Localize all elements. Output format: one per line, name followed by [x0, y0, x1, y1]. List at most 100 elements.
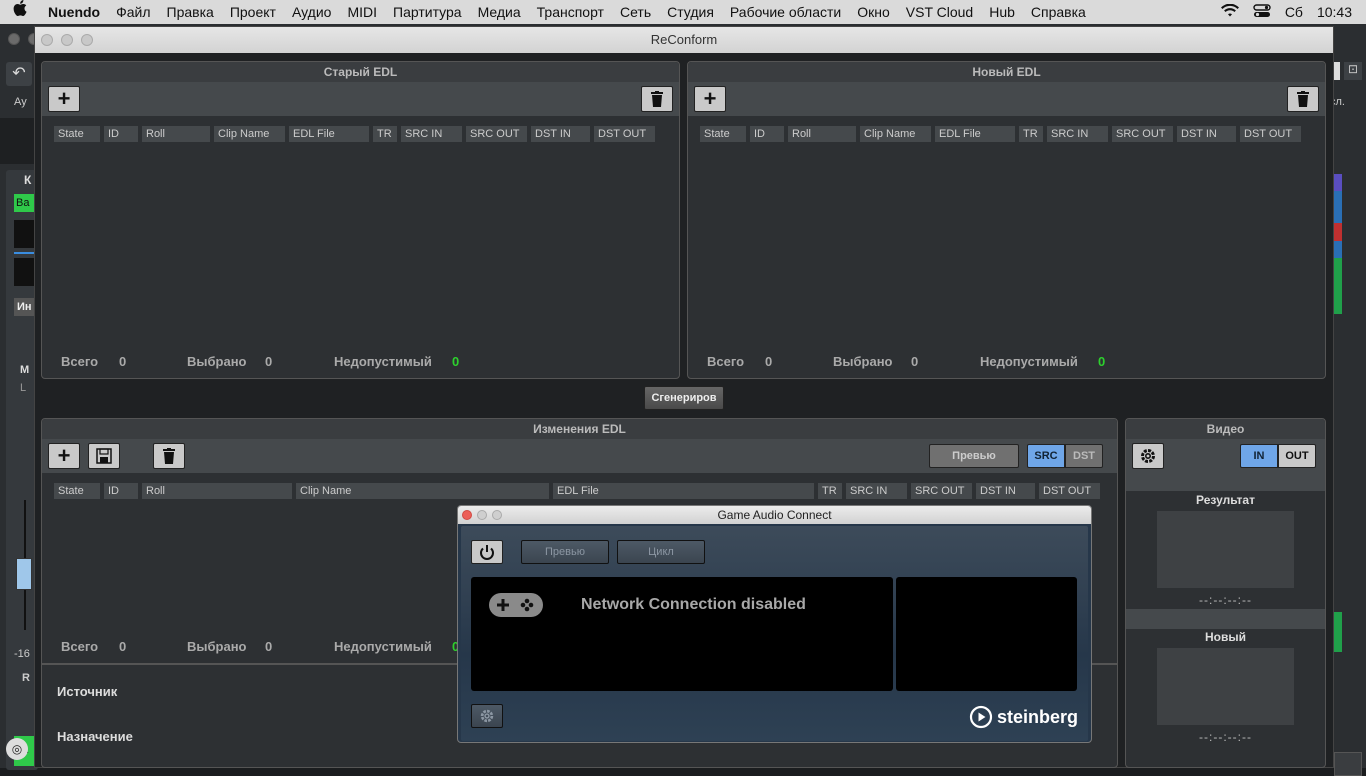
menu-item-score[interactable]: Партитура: [385, 0, 470, 24]
result-label: Результат: [1196, 493, 1255, 507]
old-edl-table[interactable]: State ID Roll Clip Name EDL File TR SRC …: [42, 116, 679, 346]
video-in-toggle[interactable]: IN: [1240, 444, 1278, 468]
col-dst-out[interactable]: DST OUT: [1039, 483, 1100, 499]
col-id[interactable]: ID: [104, 483, 138, 499]
col-tr[interactable]: TR: [373, 126, 397, 142]
col-edl-file[interactable]: EDL File: [553, 483, 814, 499]
reconform-minimize-button[interactable]: [61, 34, 73, 46]
gac-side-area: [896, 577, 1077, 691]
menu-item-help[interactable]: Справка: [1023, 0, 1094, 24]
bottom-field[interactable]: [1334, 752, 1362, 776]
col-src-out[interactable]: SRC OUT: [911, 483, 972, 499]
new-edl-add-button[interactable]: +: [694, 86, 726, 112]
steinberg-logo: steinberg: [969, 705, 1078, 729]
old-edl-add-button[interactable]: +: [48, 86, 80, 112]
col-clip-name[interactable]: Clip Name: [296, 483, 549, 499]
src-toggle[interactable]: SRC: [1027, 444, 1065, 468]
col-edl-file[interactable]: EDL File: [289, 126, 369, 142]
reconform-close-button[interactable]: [41, 34, 53, 46]
wifi-icon[interactable]: [1220, 3, 1239, 21]
clock-day[interactable]: Сб: [1285, 4, 1303, 20]
col-dst-in[interactable]: DST IN: [976, 483, 1035, 499]
gac-zoom-button[interactable]: [492, 510, 502, 520]
col-id[interactable]: ID: [104, 126, 138, 142]
col-roll[interactable]: Roll: [788, 126, 856, 142]
gac-cycle-button[interactable]: Цикл: [617, 540, 705, 564]
gac-close-button[interactable]: [462, 510, 472, 520]
col-tr[interactable]: TR: [818, 483, 842, 499]
col-src-in[interactable]: SRC IN: [401, 126, 462, 142]
col-src-in[interactable]: SRC IN: [1047, 126, 1108, 142]
selected-value: 0: [911, 354, 919, 369]
zoom-icon[interactable]: ⊡: [1344, 62, 1362, 80]
col-dst-in[interactable]: DST IN: [531, 126, 590, 142]
col-state[interactable]: State: [54, 483, 100, 499]
menu-item-audio[interactable]: Аудио: [284, 0, 340, 24]
steinberg-brand: steinberg: [997, 706, 1079, 727]
col-roll[interactable]: Roll: [142, 126, 210, 142]
col-state[interactable]: State: [54, 126, 100, 142]
new-edl-table[interactable]: State ID Roll Clip Name EDL File TR SRC …: [688, 116, 1325, 346]
video-title: Видео: [1126, 419, 1325, 439]
generate-button[interactable]: Сгенериров: [644, 386, 724, 410]
invalid-label: Недопустимый: [980, 354, 1078, 369]
bg-label-m[interactable]: M: [20, 364, 29, 376]
menu-item-window[interactable]: Окно: [849, 0, 898, 24]
menu-item-vst-cloud[interactable]: VST Cloud: [898, 0, 981, 24]
menu-item-transport[interactable]: Транспорт: [529, 0, 612, 24]
col-edl-file[interactable]: EDL File: [935, 126, 1015, 142]
gac-power-button[interactable]: [471, 540, 503, 564]
undo-icon[interactable]: ↶: [6, 62, 32, 86]
col-dst-out[interactable]: DST OUT: [594, 126, 655, 142]
menu-item-midi[interactable]: MIDI: [339, 0, 385, 24]
bg-label-k: К: [24, 173, 32, 187]
bg-label-l[interactable]: L: [20, 382, 26, 394]
col-roll[interactable]: Roll: [142, 483, 292, 499]
menu-item-file[interactable]: Файл: [108, 0, 158, 24]
menu-item-project[interactable]: Проект: [222, 0, 284, 24]
menu-item-studio[interactable]: Студия: [659, 0, 722, 24]
menu-item-workspaces[interactable]: Рабочие области: [722, 0, 849, 24]
bg-label-r[interactable]: R: [22, 672, 30, 684]
new-edl-columns: State ID Roll Clip Name EDL File TR SRC …: [700, 126, 1301, 142]
changes-add-button[interactable]: +: [48, 443, 80, 469]
fader-handle[interactable]: [16, 558, 32, 590]
changes-edl-columns: State ID Roll Clip Name EDL File TR SRC …: [54, 483, 1100, 499]
menu-item-nuendo[interactable]: Nuendo: [40, 0, 108, 24]
left-inspector-strip: ↶ Ау К Ва Ин M L -16 R Ва ◎: [0, 52, 38, 770]
video-settings-button[interactable]: [1132, 443, 1164, 469]
apple-icon[interactable]: [0, 0, 40, 24]
sync-icon[interactable]: ◎: [6, 738, 28, 760]
gac-preview-button[interactable]: Превью: [521, 540, 609, 564]
col-id[interactable]: ID: [750, 126, 784, 142]
gac-minimize-button[interactable]: [477, 510, 487, 520]
control-center-icon[interactable]: [1253, 3, 1271, 21]
video-panel: Видео IN OUT Результат --:--:--:-- Новый…: [1125, 418, 1326, 768]
changes-save-button[interactable]: [88, 443, 120, 469]
col-clip-name[interactable]: Clip Name: [214, 126, 285, 142]
menu-item-edit[interactable]: Правка: [159, 0, 222, 24]
clock-time[interactable]: 10:43: [1317, 4, 1352, 20]
reconform-zoom-button[interactable]: [81, 34, 93, 46]
new-edl-delete-button[interactable]: [1287, 86, 1319, 112]
close-window-button[interactable]: [8, 33, 20, 45]
gac-settings-button[interactable]: [471, 704, 503, 728]
changes-preview-button[interactable]: Превью: [929, 444, 1019, 468]
menu-item-network[interactable]: Сеть: [612, 0, 659, 24]
menu-item-hub[interactable]: Hub: [981, 0, 1023, 24]
video-out-toggle[interactable]: OUT: [1278, 444, 1316, 468]
old-edl-delete-button[interactable]: [641, 86, 673, 112]
changes-delete-button[interactable]: [153, 443, 185, 469]
trash-icon: [1297, 91, 1309, 107]
video-toolbar: IN OUT: [1126, 439, 1325, 473]
col-dst-in[interactable]: DST IN: [1177, 126, 1236, 142]
col-dst-out[interactable]: DST OUT: [1240, 126, 1301, 142]
col-src-in[interactable]: SRC IN: [846, 483, 907, 499]
col-tr[interactable]: TR: [1019, 126, 1043, 142]
dst-toggle[interactable]: DST: [1065, 444, 1103, 468]
col-src-out[interactable]: SRC OUT: [466, 126, 527, 142]
col-src-out[interactable]: SRC OUT: [1112, 126, 1173, 142]
col-state[interactable]: State: [700, 126, 746, 142]
menu-item-media[interactable]: Медиа: [470, 0, 529, 24]
col-clip-name[interactable]: Clip Name: [860, 126, 931, 142]
